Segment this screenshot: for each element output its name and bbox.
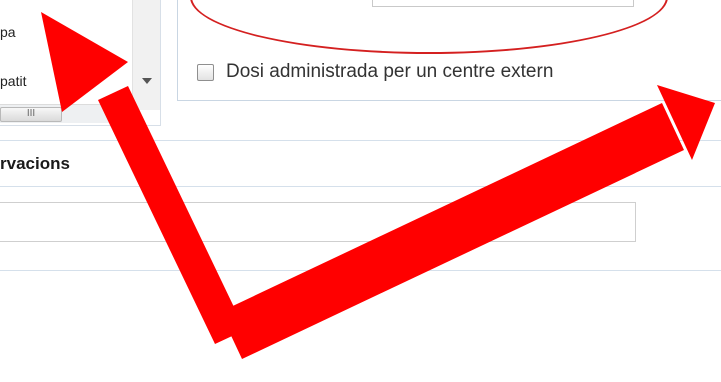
arrow-right-shaft (220, 103, 684, 359)
annotation-arrows (41, 12, 715, 359)
arrow-left-shaft (98, 86, 245, 344)
